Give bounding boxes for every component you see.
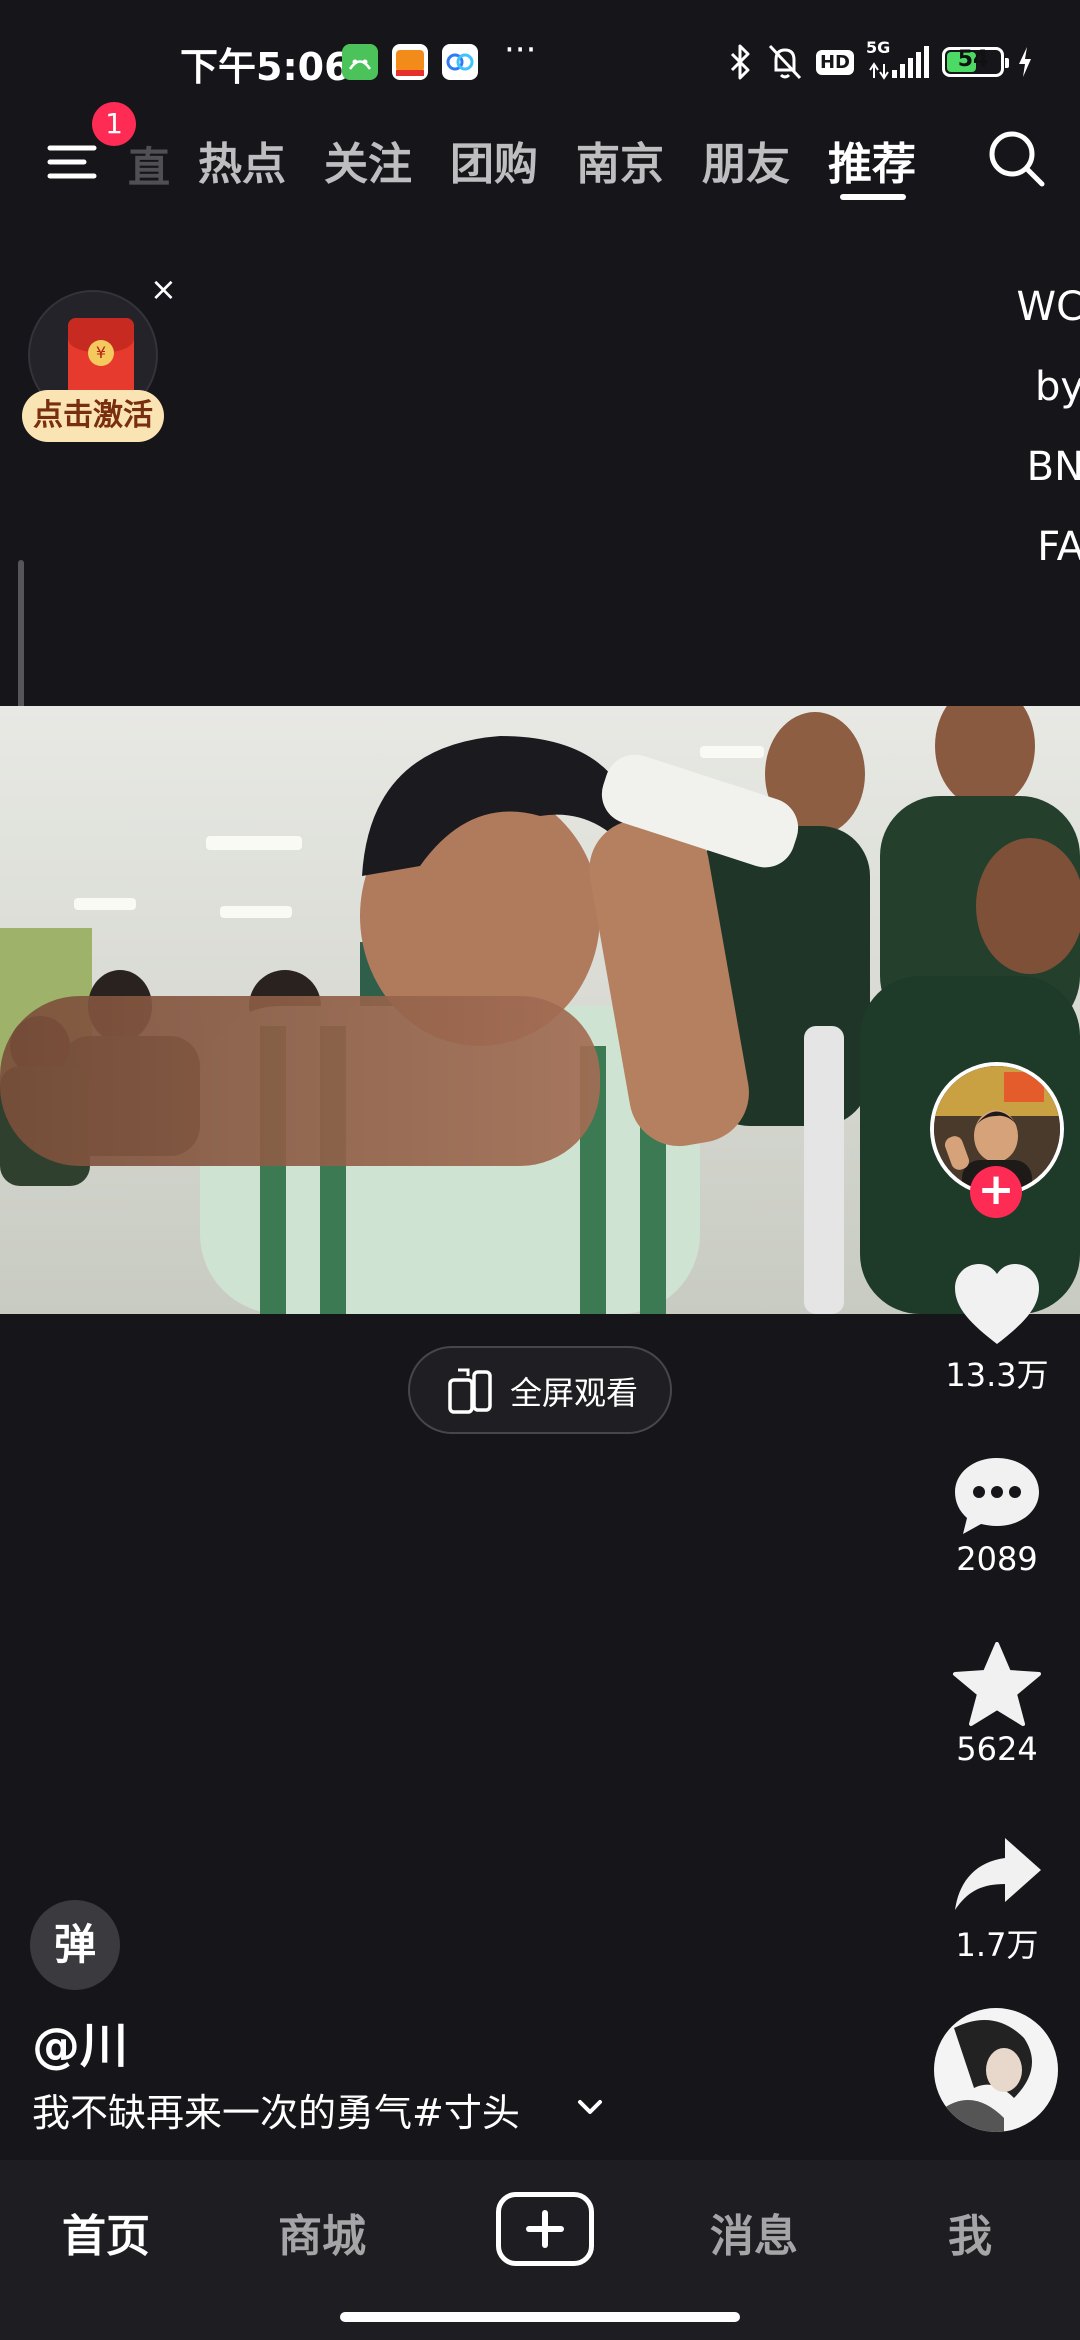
status-time: 下午5:06 — [180, 45, 351, 89]
author-name[interactable]: @川 — [32, 2006, 128, 2076]
danmaku-button[interactable]: 弹 — [30, 1900, 120, 1990]
video-player[interactable] — [0, 706, 1080, 1314]
chevron-down-icon[interactable] — [570, 2086, 610, 2126]
tab-mall[interactable]: 商城 — [232, 2200, 412, 2264]
search-icon — [989, 131, 1045, 187]
tab-group-buy[interactable]: 团购 — [450, 128, 538, 192]
58-app-icon — [392, 44, 428, 80]
side-text-line: FA — [1037, 524, 1080, 570]
tab-nanjing[interactable]: 南京 — [576, 128, 664, 192]
charging-icon — [1019, 47, 1031, 77]
status-indicators: HD 5G 54 — [728, 38, 1034, 86]
android-app-icon — [342, 44, 378, 80]
side-text-line: WC — [1016, 284, 1080, 330]
battery-level: 54 — [957, 47, 989, 72]
share-button[interactable]: 1.7万 — [930, 1832, 1064, 1966]
menu-button[interactable] — [44, 132, 104, 192]
signal-indicator: 5G — [866, 38, 930, 82]
side-text-line: by — [1034, 364, 1080, 410]
music-cover-image — [934, 2008, 1058, 2132]
red-packet-widget[interactable]: ¥ 点击激活 — [22, 286, 172, 446]
close-icon[interactable]: × — [150, 270, 177, 308]
mute-bell-icon — [768, 44, 802, 80]
home-indicator — [340, 2312, 740, 2322]
rotate-screen-icon — [448, 1368, 492, 1414]
video-frame — [0, 706, 1080, 1314]
tab-hot[interactable]: 热点 — [198, 128, 286, 192]
favorite-button[interactable]: 5624 — [930, 1642, 1064, 1768]
coin-icon: ¥ — [88, 340, 114, 366]
fullscreen-label: 全屏观看 — [510, 1374, 639, 1412]
tab-home[interactable]: 首页 — [16, 2200, 196, 2264]
tab-following[interactable]: 关注 — [324, 128, 412, 192]
video-caption[interactable]: 我不缺再来一次的勇气#寸头 — [32, 2082, 520, 2137]
tab-recommended[interactable]: 推荐 — [828, 128, 916, 192]
side-text-line: BN — [1026, 444, 1080, 490]
scroll-indicator — [18, 560, 24, 720]
star-icon — [953, 1642, 1041, 1726]
baidu-netdisk-icon — [442, 44, 478, 80]
tab-me[interactable]: 我 — [880, 2200, 1060, 2264]
red-packet-label: 点击激活 — [22, 390, 164, 442]
heart-icon — [955, 1264, 1039, 1344]
share-count: 1.7万 — [955, 1926, 1039, 1964]
search-button[interactable] — [980, 122, 1052, 194]
like-count: 13.3万 — [945, 1356, 1049, 1394]
battery-icon: 54 — [942, 47, 1009, 77]
red-envelope-icon: ¥ — [68, 318, 134, 400]
fullscreen-button[interactable]: 全屏观看 — [408, 1346, 672, 1434]
plus-icon — [526, 2210, 564, 2248]
tab-partial-hidden[interactable]: 直 — [128, 134, 170, 195]
signal-bars-icon — [869, 46, 929, 80]
hd-icon: HD — [815, 49, 854, 75]
menu-icon — [47, 145, 97, 179]
status-bar: 下午5:06 ··· HD 5G 54 — [0, 0, 1080, 120]
favorite-count: 5624 — [956, 1730, 1038, 1768]
comment-icon — [955, 1458, 1039, 1534]
music-disc[interactable] — [934, 2008, 1058, 2132]
create-post-button[interactable] — [496, 2192, 594, 2266]
tab-messages[interactable]: 消息 — [664, 2200, 844, 2264]
comment-count: 2089 — [956, 1540, 1038, 1578]
douyin-feed-screen: 下午5:06 ··· HD 5G 54 1 直 热点 关注 团购 南京 朋友 推… — [0, 0, 1080, 2340]
more-notifications-icon: ··· — [504, 30, 537, 70]
like-button[interactable]: 13.3万 — [930, 1262, 1064, 1396]
share-arrow-icon — [955, 1838, 1041, 1910]
top-nav: 1 直 热点 关注 团购 南京 朋友 推荐 — [0, 102, 1080, 214]
tab-friends[interactable]: 朋友 — [702, 128, 790, 192]
comment-button[interactable]: 2089 — [930, 1452, 1064, 1578]
active-tab-indicator — [840, 194, 906, 200]
bluetooth-icon — [730, 44, 750, 80]
follow-button[interactable]: + — [970, 1166, 1022, 1218]
